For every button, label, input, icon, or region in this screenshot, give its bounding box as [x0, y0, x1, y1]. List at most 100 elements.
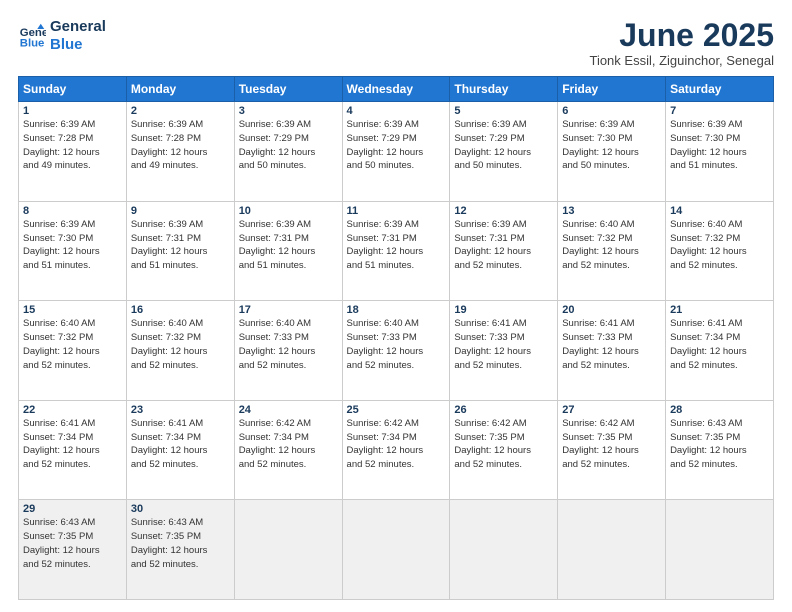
logo-text: General Blue — [50, 18, 106, 54]
day-number: 25 — [347, 404, 446, 416]
table-row: 23Sunrise: 6:41 AMSunset: 7:34 PMDayligh… — [126, 400, 234, 500]
table-row: 15Sunrise: 6:40 AMSunset: 7:32 PMDayligh… — [19, 301, 127, 401]
day-info: Sunrise: 6:39 AMSunset: 7:28 PMDaylight:… — [131, 118, 230, 173]
table-row: 27Sunrise: 6:42 AMSunset: 7:35 PMDayligh… — [558, 400, 666, 500]
table-row: 20Sunrise: 6:41 AMSunset: 7:33 PMDayligh… — [558, 301, 666, 401]
day-number: 3 — [239, 105, 338, 117]
table-row: 18Sunrise: 6:40 AMSunset: 7:33 PMDayligh… — [342, 301, 450, 401]
table-row — [558, 500, 666, 600]
table-row: 25Sunrise: 6:42 AMSunset: 7:34 PMDayligh… — [342, 400, 450, 500]
table-row: 13Sunrise: 6:40 AMSunset: 7:32 PMDayligh… — [558, 201, 666, 301]
table-row: 17Sunrise: 6:40 AMSunset: 7:33 PMDayligh… — [234, 301, 342, 401]
table-row: 6Sunrise: 6:39 AMSunset: 7:30 PMDaylight… — [558, 102, 666, 202]
day-info: Sunrise: 6:41 AMSunset: 7:34 PMDaylight:… — [23, 417, 122, 472]
day-info: Sunrise: 6:42 AMSunset: 7:34 PMDaylight:… — [239, 417, 338, 472]
day-number: 10 — [239, 205, 338, 217]
table-row: 28Sunrise: 6:43 AMSunset: 7:35 PMDayligh… — [666, 400, 774, 500]
page: General Blue General Blue June 2025 Tion… — [0, 0, 792, 612]
day-info: Sunrise: 6:41 AMSunset: 7:34 PMDaylight:… — [670, 317, 769, 372]
day-info: Sunrise: 6:39 AMSunset: 7:31 PMDaylight:… — [131, 218, 230, 273]
day-number: 1 — [23, 105, 122, 117]
table-row: 19Sunrise: 6:41 AMSunset: 7:33 PMDayligh… — [450, 301, 558, 401]
day-number: 5 — [454, 105, 553, 117]
title-block: June 2025 Tionk Essil, Ziguinchor, Seneg… — [589, 18, 774, 68]
table-row: 5Sunrise: 6:39 AMSunset: 7:29 PMDaylight… — [450, 102, 558, 202]
header: General Blue General Blue June 2025 Tion… — [18, 18, 774, 68]
day-number: 26 — [454, 404, 553, 416]
day-number: 2 — [131, 105, 230, 117]
table-row: 16Sunrise: 6:40 AMSunset: 7:32 PMDayligh… — [126, 301, 234, 401]
table-row: 22Sunrise: 6:41 AMSunset: 7:34 PMDayligh… — [19, 400, 127, 500]
day-number: 30 — [131, 503, 230, 515]
day-info: Sunrise: 6:43 AMSunset: 7:35 PMDaylight:… — [23, 516, 122, 571]
table-row: 26Sunrise: 6:42 AMSunset: 7:35 PMDayligh… — [450, 400, 558, 500]
day-number: 22 — [23, 404, 122, 416]
table-row: 8Sunrise: 6:39 AMSunset: 7:30 PMDaylight… — [19, 201, 127, 301]
day-info: Sunrise: 6:42 AMSunset: 7:35 PMDaylight:… — [454, 417, 553, 472]
table-row: 3Sunrise: 6:39 AMSunset: 7:29 PMDaylight… — [234, 102, 342, 202]
day-info: Sunrise: 6:39 AMSunset: 7:31 PMDaylight:… — [347, 218, 446, 273]
table-row: 21Sunrise: 6:41 AMSunset: 7:34 PMDayligh… — [666, 301, 774, 401]
month-title: June 2025 — [589, 18, 774, 53]
day-info: Sunrise: 6:41 AMSunset: 7:34 PMDaylight:… — [131, 417, 230, 472]
day-info: Sunrise: 6:43 AMSunset: 7:35 PMDaylight:… — [131, 516, 230, 571]
col-friday: Friday — [558, 77, 666, 102]
day-number: 19 — [454, 304, 553, 316]
day-info: Sunrise: 6:39 AMSunset: 7:29 PMDaylight:… — [454, 118, 553, 173]
table-row: 12Sunrise: 6:39 AMSunset: 7:31 PMDayligh… — [450, 201, 558, 301]
calendar: Sunday Monday Tuesday Wednesday Thursday… — [18, 76, 774, 600]
col-tuesday: Tuesday — [234, 77, 342, 102]
day-info: Sunrise: 6:42 AMSunset: 7:34 PMDaylight:… — [347, 417, 446, 472]
day-info: Sunrise: 6:41 AMSunset: 7:33 PMDaylight:… — [454, 317, 553, 372]
day-info: Sunrise: 6:39 AMSunset: 7:31 PMDaylight:… — [454, 218, 553, 273]
day-info: Sunrise: 6:40 AMSunset: 7:32 PMDaylight:… — [23, 317, 122, 372]
day-number: 13 — [562, 205, 661, 217]
day-number: 4 — [347, 105, 446, 117]
table-row: 30Sunrise: 6:43 AMSunset: 7:35 PMDayligh… — [126, 500, 234, 600]
day-number: 8 — [23, 205, 122, 217]
day-info: Sunrise: 6:39 AMSunset: 7:31 PMDaylight:… — [239, 218, 338, 273]
table-row: 10Sunrise: 6:39 AMSunset: 7:31 PMDayligh… — [234, 201, 342, 301]
day-info: Sunrise: 6:43 AMSunset: 7:35 PMDaylight:… — [670, 417, 769, 472]
day-number: 11 — [347, 205, 446, 217]
day-info: Sunrise: 6:40 AMSunset: 7:32 PMDaylight:… — [562, 218, 661, 273]
day-number: 9 — [131, 205, 230, 217]
day-info: Sunrise: 6:40 AMSunset: 7:33 PMDaylight:… — [347, 317, 446, 372]
table-row: 1Sunrise: 6:39 AMSunset: 7:28 PMDaylight… — [19, 102, 127, 202]
day-number: 12 — [454, 205, 553, 217]
day-info: Sunrise: 6:39 AMSunset: 7:30 PMDaylight:… — [670, 118, 769, 173]
day-info: Sunrise: 6:40 AMSunset: 7:32 PMDaylight:… — [670, 218, 769, 273]
col-saturday: Saturday — [666, 77, 774, 102]
col-thursday: Thursday — [450, 77, 558, 102]
col-monday: Monday — [126, 77, 234, 102]
svg-text:Blue: Blue — [20, 38, 45, 50]
table-row: 14Sunrise: 6:40 AMSunset: 7:32 PMDayligh… — [666, 201, 774, 301]
day-info: Sunrise: 6:39 AMSunset: 7:29 PMDaylight:… — [347, 118, 446, 173]
day-info: Sunrise: 6:40 AMSunset: 7:33 PMDaylight:… — [239, 317, 338, 372]
day-number: 16 — [131, 304, 230, 316]
table-row: 29Sunrise: 6:43 AMSunset: 7:35 PMDayligh… — [19, 500, 127, 600]
day-number: 21 — [670, 304, 769, 316]
table-row — [666, 500, 774, 600]
day-number: 18 — [347, 304, 446, 316]
logo-icon: General Blue — [18, 22, 46, 50]
table-row — [234, 500, 342, 600]
day-info: Sunrise: 6:42 AMSunset: 7:35 PMDaylight:… — [562, 417, 661, 472]
day-number: 28 — [670, 404, 769, 416]
day-info: Sunrise: 6:39 AMSunset: 7:30 PMDaylight:… — [23, 218, 122, 273]
table-row: 7Sunrise: 6:39 AMSunset: 7:30 PMDaylight… — [666, 102, 774, 202]
day-number: 29 — [23, 503, 122, 515]
table-row: 4Sunrise: 6:39 AMSunset: 7:29 PMDaylight… — [342, 102, 450, 202]
logo: General Blue General Blue — [18, 18, 106, 54]
table-row — [450, 500, 558, 600]
day-number: 6 — [562, 105, 661, 117]
day-info: Sunrise: 6:39 AMSunset: 7:28 PMDaylight:… — [23, 118, 122, 173]
table-row: 24Sunrise: 6:42 AMSunset: 7:34 PMDayligh… — [234, 400, 342, 500]
table-row: 2Sunrise: 6:39 AMSunset: 7:28 PMDaylight… — [126, 102, 234, 202]
table-row — [342, 500, 450, 600]
day-number: 17 — [239, 304, 338, 316]
day-info: Sunrise: 6:40 AMSunset: 7:32 PMDaylight:… — [131, 317, 230, 372]
day-info: Sunrise: 6:39 AMSunset: 7:30 PMDaylight:… — [562, 118, 661, 173]
day-info: Sunrise: 6:39 AMSunset: 7:29 PMDaylight:… — [239, 118, 338, 173]
day-number: 24 — [239, 404, 338, 416]
